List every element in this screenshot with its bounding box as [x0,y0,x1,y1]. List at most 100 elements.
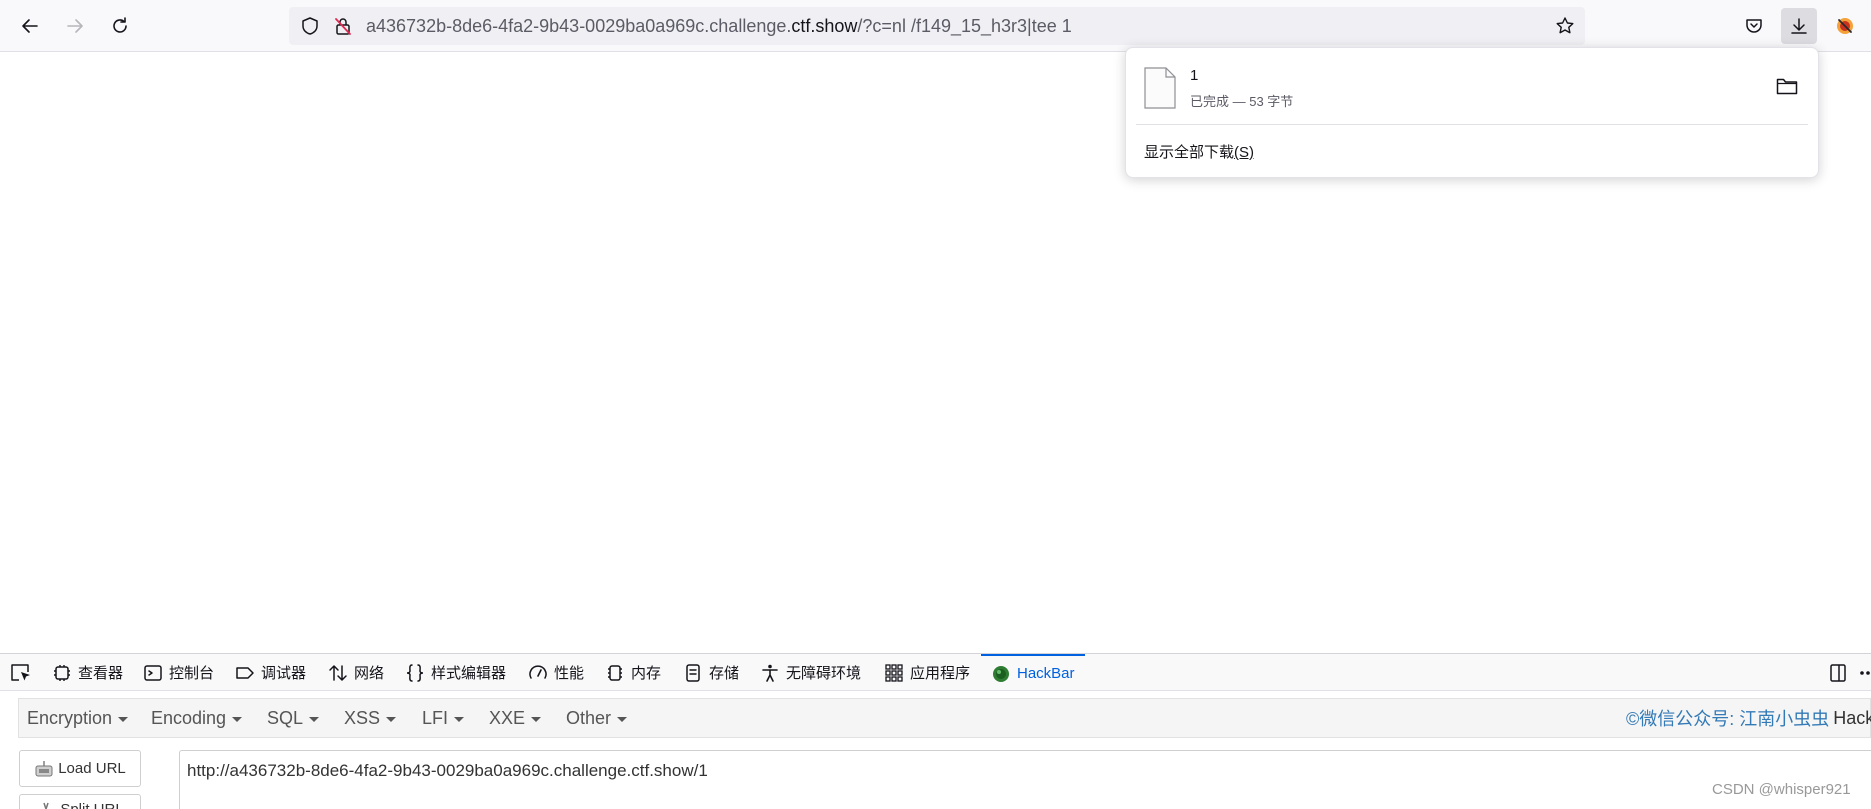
extension-button[interactable] [1827,8,1863,44]
back-arrow-icon [22,19,38,33]
downloads-divider [1136,124,1808,125]
menu-label: Encryption [27,707,113,728]
download-file-name[interactable]: 1 [1190,67,1198,84]
tab-memory[interactable]: 内存 [605,654,661,691]
menu-encryption[interactable]: Encryption [27,699,129,737]
menu-sql[interactable]: SQL [267,699,320,737]
downloads-panel: 1 已完成 — 53 字节 显示全部下载(S) [1125,47,1819,178]
caret-down-icon [386,716,397,722]
download-icon [1791,18,1807,34]
hackbar-menu-bar: Encryption Encoding SQL XSS LFI XXE Othe… [18,698,1871,738]
dock-toggle-icon[interactable] [1828,663,1848,683]
open-folder-icon[interactable] [1776,76,1798,96]
tab-label: 控制台 [169,665,215,682]
tab-network[interactable]: 网络 [328,654,384,691]
tracking-shield-icon[interactable] [300,16,320,36]
tab-style-editor[interactable]: 样式编辑器 [405,654,506,691]
forward-button[interactable] [57,8,93,44]
more-options-icon[interactable] [1859,663,1871,683]
devtools-tab-bar: 查看器 控制台 调试器 网络 样式编辑器 性能 内存 存储 无障碍环境 应用程序… [0,654,1871,691]
split-url-icon [43,802,50,809]
credit-text: HackBa [1833,707,1871,728]
reload-icon [113,17,127,33]
menu-label: XSS [344,707,381,728]
tab-label: 查看器 [78,665,124,682]
menu-label: XXE [489,707,526,728]
back-button[interactable] [12,8,48,44]
console-icon [144,664,162,681]
caret-down-icon [454,716,465,722]
menu-xss[interactable]: XSS [344,699,397,737]
show-all-accesskey: (S) [1234,144,1255,161]
load-url-button[interactable]: Load URL [19,750,141,787]
tab-label: 存储 [709,665,740,682]
reload-button[interactable] [102,8,138,44]
application-icon [885,663,903,682]
show-all-label: 显示全部下载 [1144,144,1235,161]
file-icon [1144,67,1176,109]
tab-debugger[interactable]: 调试器 [235,654,306,691]
tab-inspector[interactable]: 查看器 [52,654,123,691]
caret-down-icon [309,716,320,722]
load-url-label: Load URL [58,760,126,777]
tab-label: 内存 [631,665,662,682]
tab-application[interactable]: 应用程序 [884,654,970,691]
style-editor-icon [406,663,424,682]
tab-label: 无障碍环境 [786,665,862,682]
memory-icon [608,664,622,681]
url-host: ctf.show [791,16,858,36]
insecure-lock-icon[interactable] [333,16,353,36]
debugger-icon [236,666,254,679]
tab-label: 调试器 [261,665,307,682]
tab-label: 样式编辑器 [431,665,507,682]
url-suffix: /?c=nl /f149_15_h3r3|tee 1 [857,16,1072,36]
tab-hackbar[interactable]: HackBar [981,654,1085,691]
pocket-button[interactable] [1736,8,1772,44]
hackbar-credit: ©微信公众号: 江南小虫虫HackBa [1626,699,1871,737]
caret-down-icon [617,716,628,722]
menu-label: LFI [422,707,449,728]
tab-label: 性能 [554,665,585,682]
show-all-downloads-link[interactable]: 显示全部下载(S) [1144,141,1254,162]
extension-block-icon [1837,18,1853,34]
caret-down-icon [118,716,129,722]
menu-label: Encoding [151,707,227,728]
caret-down-icon [232,716,243,722]
split-url-button[interactable]: Split URL [19,794,141,809]
url-text[interactable]: a436732b-8de6-4fa2-9b43-0029ba0a969c.cha… [366,15,1072,37]
storage-icon [686,663,700,682]
tab-accessibility[interactable]: 无障碍环境 [760,654,861,691]
element-picker-icon[interactable] [10,663,32,683]
menu-other[interactable]: Other [566,699,628,737]
tab-performance[interactable]: 性能 [528,654,584,691]
inspector-icon [54,664,70,681]
devtools-panel: 查看器 控制台 调试器 网络 样式编辑器 性能 内存 存储 无障碍环境 应用程序… [0,653,1871,809]
bookmark-star-icon[interactable] [1555,16,1575,36]
tab-label: 应用程序 [910,665,971,682]
tab-console[interactable]: 控制台 [143,654,214,691]
csdn-watermark: CSDN @whisper921 [1712,781,1851,798]
menu-label: Other [566,707,612,728]
load-url-icon [35,760,53,776]
address-bar[interactable]: a436732b-8de6-4fa2-9b43-0029ba0a969c.cha… [289,7,1585,45]
performance-icon [529,664,547,679]
browser-window: a436732b-8de6-4fa2-9b43-0029ba0a969c.cha… [0,0,1871,809]
downloads-button[interactable] [1781,8,1817,44]
caret-down-icon [531,716,542,722]
forward-arrow-icon [67,19,83,33]
menu-xxe[interactable]: XXE [489,699,542,737]
accessibility-icon [762,664,778,682]
menu-lfi[interactable]: LFI [422,699,465,737]
credit-link[interactable]: ©微信公众号: 江南小虫虫 [1626,705,1829,731]
hackbar-icon [993,665,1009,682]
tab-storage[interactable]: 存储 [683,654,739,691]
menu-label: SQL [267,707,304,728]
pocket-icon [1746,19,1762,33]
url-prefix: a436732b-8de6-4fa2-9b43-0029ba0a969c.cha… [366,16,792,36]
browser-toolbar: a436732b-8de6-4fa2-9b43-0029ba0a969c.cha… [0,0,1871,52]
menu-encoding[interactable]: Encoding [151,699,243,737]
network-icon [329,664,347,681]
download-status: 已完成 — 53 字节 [1190,94,1294,109]
hackbar-url-input[interactable]: http://a436732b-8de6-4fa2-9b43-0029ba0a9… [179,750,1871,809]
tab-label: HackBar [1017,665,1075,682]
